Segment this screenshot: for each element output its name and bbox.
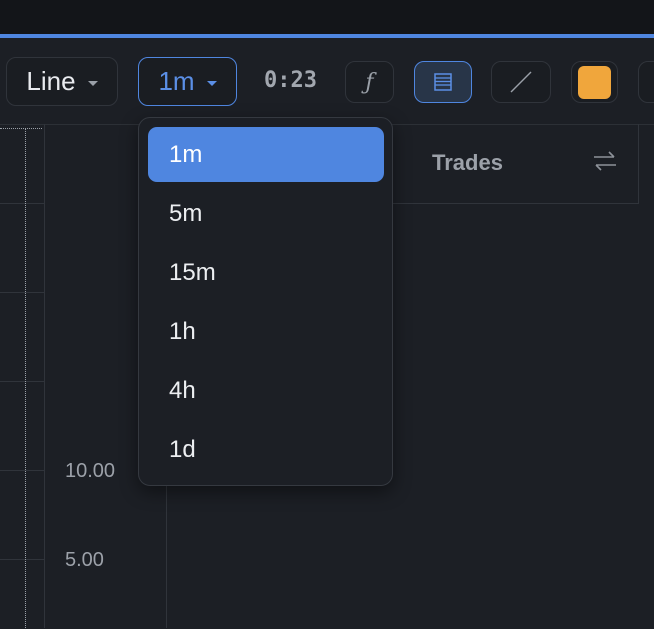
color-picker-button[interactable] xyxy=(571,61,618,103)
timeframe-option-4h[interactable]: 4h xyxy=(148,363,384,418)
chart-type-label: Line xyxy=(26,66,76,96)
crosshair-vertical xyxy=(25,128,26,628)
y-axis-separator xyxy=(44,124,45,628)
grid-line xyxy=(0,203,44,204)
swap-icon[interactable] xyxy=(592,150,618,177)
toolbar-overflow-button[interactable] xyxy=(638,61,654,103)
color-swatch xyxy=(578,65,611,99)
function-icon: ƒ xyxy=(365,69,374,95)
timeframe-option-1h[interactable]: 1h xyxy=(148,304,384,359)
list-icon xyxy=(434,73,452,91)
timeframe-dropdown[interactable]: 1m xyxy=(138,57,237,106)
chart-type-dropdown[interactable]: Line xyxy=(6,57,118,106)
grid-line xyxy=(0,559,44,560)
tab-trades[interactable]: Trades xyxy=(432,150,503,176)
timeframe-option-15m[interactable]: 15m xyxy=(148,245,384,300)
chart-toolbar: Line 1m 0:23 ƒ xyxy=(0,38,654,124)
window-top-strip xyxy=(0,0,654,34)
chevron-down-icon xyxy=(206,80,217,86)
grid-line xyxy=(0,292,44,293)
crosshair-horizontal xyxy=(0,128,42,129)
chevron-down-icon xyxy=(87,80,98,86)
draw-line-button[interactable] xyxy=(491,61,551,103)
orderbook-toggle-button[interactable] xyxy=(414,61,472,103)
timeframe-option-5m[interactable]: 5m xyxy=(148,186,384,241)
panel-header-divider xyxy=(638,124,639,203)
trend-line-icon xyxy=(510,71,532,93)
timeframe-option-1d[interactable]: 1d xyxy=(148,422,384,477)
countdown-timer: 0:23 xyxy=(264,68,317,93)
grid-line xyxy=(0,381,44,382)
timeframe-label: 1m xyxy=(158,66,195,96)
indicators-button[interactable]: ƒ xyxy=(345,61,394,103)
y-tick-label: 10.00 xyxy=(65,460,116,482)
timeframe-option-1m[interactable]: 1m xyxy=(148,127,384,182)
timeframe-menu: 1m 5m 15m 1h 4h 1d xyxy=(138,117,393,486)
y-tick-label: 5.00 xyxy=(65,549,104,571)
grid-line xyxy=(0,470,44,471)
